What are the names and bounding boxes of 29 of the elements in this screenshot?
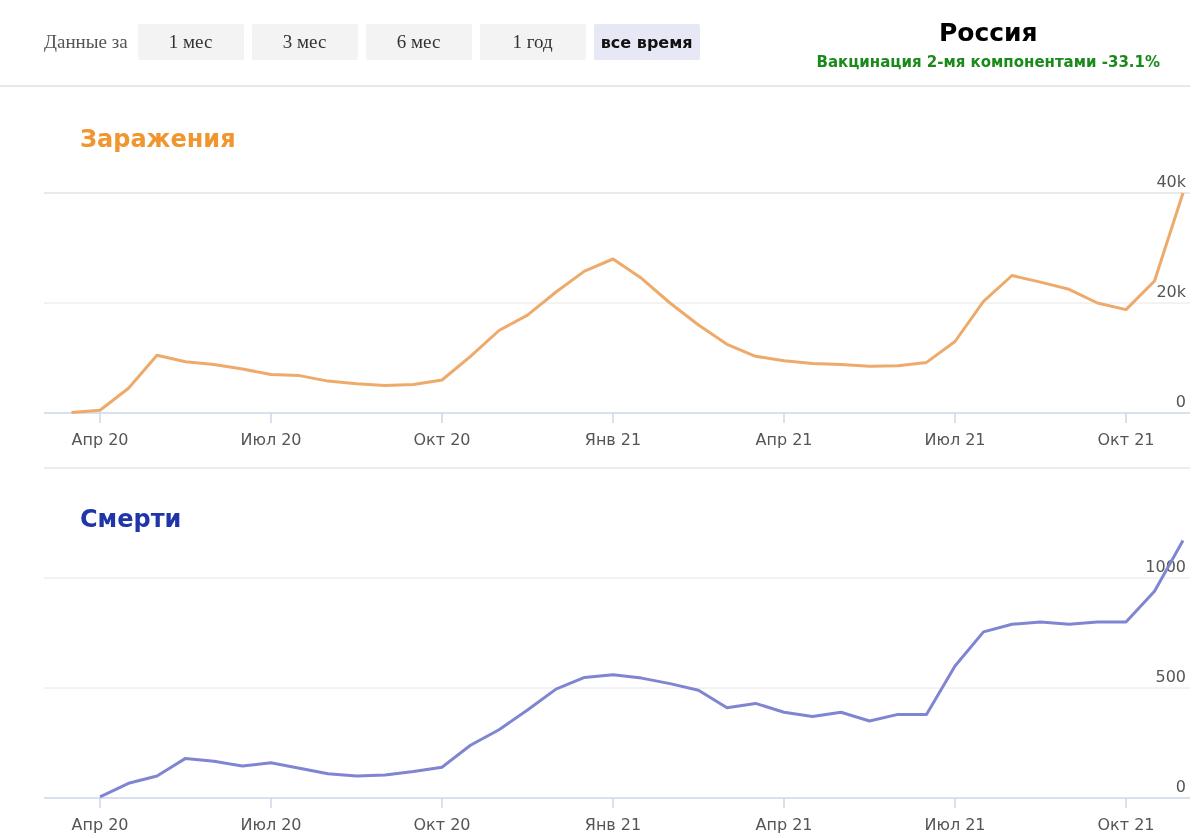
range-label: Данные за (44, 30, 128, 54)
chart-title: Заражения (79, 124, 237, 155)
axis-label: Июл 21 (924, 815, 986, 834)
range-button[interactable]: 3 мес (251, 24, 358, 60)
axis-label: Апр 20 (71, 430, 129, 449)
axis-label: Июл 20 (240, 430, 302, 449)
region-title: Россия (938, 18, 1038, 47)
range-button[interactable]: 1 год (479, 24, 586, 60)
axis-label: Июл 21 (924, 430, 986, 449)
range-button[interactable]: 1 мес (137, 24, 244, 60)
axis-label: 20k (1156, 282, 1186, 301)
axis-label: 500 (1155, 667, 1186, 686)
axis-label: Апр 21 (755, 430, 813, 449)
vaccination-text: Вакцинация 2-мя компонентами -33.1% (816, 53, 1160, 71)
axis-label: 0 (1175, 777, 1186, 796)
axis-label: Июл 20 (240, 815, 302, 834)
axis-label: Янв 21 (584, 815, 642, 834)
axis-label: Апр 21 (755, 815, 813, 834)
axis-label: Окт 21 (1097, 815, 1155, 834)
axis-label: 40k (1156, 172, 1186, 191)
axis-label: Окт 20 (413, 430, 471, 449)
range-button[interactable]: все время (593, 24, 700, 60)
chart-title: Смерти (79, 504, 183, 535)
axis-label: Окт 21 (1097, 430, 1155, 449)
axis-label: Окт 20 (413, 815, 471, 834)
range-button[interactable]: 6 мес (365, 24, 472, 60)
axis-label: Янв 21 (584, 430, 642, 449)
axis-label: 0 (1175, 392, 1186, 411)
axis-label: Апр 20 (71, 815, 129, 834)
